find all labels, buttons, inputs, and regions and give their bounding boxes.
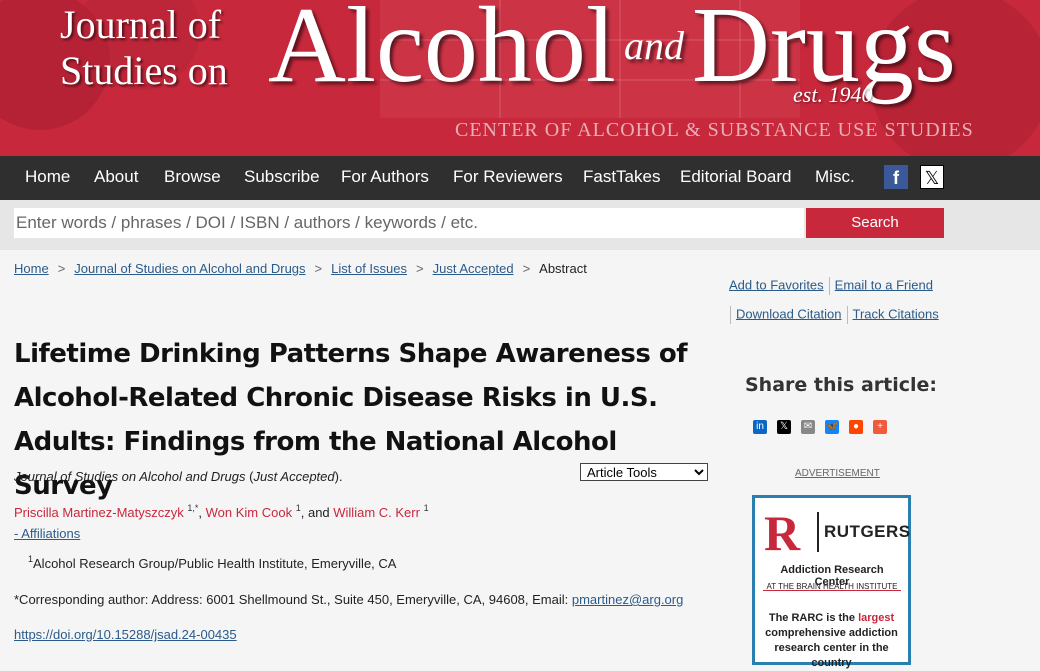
x-icon[interactable]: 𝕏 — [777, 420, 791, 434]
author-sup: 1 — [295, 503, 301, 513]
ad-body-highlight: largest — [858, 612, 895, 624]
article-tools-select[interactable]: Article Tools — [580, 463, 708, 481]
breadcrumb-just-accepted[interactable]: Just Accepted — [433, 261, 514, 276]
affiliation: 1Alcohol Research Group/Public Health In… — [28, 554, 396, 571]
breadcrumb-separator: > — [57, 261, 66, 276]
banner-title-prefix: Journal of Studies on — [60, 2, 228, 94]
rutgers-logo: R — [764, 505, 801, 561]
journal-banner[interactable]: Journal of Studies on Alcohol andDrugs es… — [0, 0, 1040, 156]
search-button[interactable]: Search — [806, 208, 944, 238]
rutgers-name: RUTGERS — [824, 522, 911, 541]
nav-for-authors[interactable]: For Authors — [341, 167, 429, 187]
rutgers-advertisement[interactable]: R RUTGERS Addiction Research Center AT T… — [752, 495, 911, 669]
banner-line2: Studies on — [60, 48, 228, 93]
breadcrumb-separator: > — [416, 261, 424, 276]
divider — [730, 306, 731, 324]
breadcrumb-separator: > — [522, 261, 531, 276]
nav-editorial-board[interactable]: Editorial Board — [680, 167, 792, 187]
addthis-icon[interactable]: + — [873, 420, 887, 434]
nav-subscribe[interactable]: Subscribe — [244, 167, 320, 187]
author-link[interactable]: Won Kim Cook — [206, 505, 292, 520]
tools-row-2: Download Citation Track Citations — [725, 306, 939, 324]
reddit-icon[interactable]: ● — [849, 420, 863, 434]
advertisement-label: ADVERTISEMENT — [795, 468, 880, 479]
journal-name: Journal of Studies on Alcohol and Drugs — [14, 469, 246, 484]
banner-established: est. 1940 — [793, 82, 873, 107]
breadcrumb: Home > Journal of Studies on Alcohol and D… — [14, 261, 587, 276]
tools-row-1: Add to Favorites Email to a Friend — [729, 277, 933, 295]
add-to-favorites-link[interactable]: Add to Favorites — [729, 277, 824, 292]
divider — [828, 277, 830, 295]
nav-fasttakes[interactable]: FastTakes — [583, 167, 660, 187]
x-twitter-icon[interactable]: 𝕏 — [920, 165, 944, 189]
ad-body: The RARC is the largest comprehensive ad… — [761, 611, 902, 671]
journal-citation: Journal of Studies on Alcohol and Drugs … — [14, 469, 343, 484]
article-status: Just Accepted — [253, 469, 335, 484]
bluesky-icon[interactable]: 🦋 — [825, 420, 839, 434]
nav-home[interactable]: Home — [25, 167, 70, 187]
breadcrumb-current: Abstract — [539, 261, 587, 276]
nav-about[interactable]: About — [94, 167, 138, 187]
search-input[interactable] — [14, 208, 804, 238]
author-sup: 1 — [423, 503, 429, 513]
breadcrumb-separator: > — [314, 261, 323, 276]
author-link[interactable]: William C. Kerr — [333, 505, 420, 520]
divider — [846, 306, 848, 324]
banner-word-and: and — [623, 23, 684, 68]
email-to-friend-link[interactable]: Email to a Friend — [835, 277, 933, 292]
author-list: Priscilla Martinez-Matyszczyk 1,*, Won K… — [14, 503, 429, 520]
breadcrumb-list-of-issues[interactable]: List of Issues — [331, 261, 407, 276]
ad-body-text: The RARC is the — [768, 612, 859, 624]
banner-word-alcohol: Alcohol — [268, 0, 616, 105]
corresponding-author: *Corresponding author: Address: 6001 She… — [14, 592, 683, 607]
logo-divider — [817, 512, 819, 552]
nav-misc[interactable]: Misc. — [815, 167, 855, 187]
nav-browse[interactable]: Browse — [164, 167, 221, 187]
banner-line1: Journal of — [60, 2, 222, 47]
affiliation-text: Alcohol Research Group/Public Health Ins… — [33, 556, 397, 571]
banner-center-name: CENTER OF ALCOHOL & SUBSTANCE USE STUDIE… — [455, 119, 974, 141]
author-sup: 1,* — [187, 503, 199, 513]
ad-institute: AT THE BRAIN HEALTH INSTITUTE — [766, 582, 898, 591]
corresponding-text: *Corresponding author: Address: 6001 She… — [14, 592, 572, 607]
corresponding-email-link[interactable]: pmartinez@arg.org — [572, 592, 683, 607]
linkedin-icon[interactable]: in — [753, 420, 767, 434]
breadcrumb-home[interactable]: Home — [14, 261, 49, 276]
email-icon[interactable]: ✉ — [801, 420, 815, 434]
track-citations-link[interactable]: Track Citations — [853, 306, 939, 321]
breadcrumb-journal[interactable]: Journal of Studies on Alcohol and Drugs — [74, 261, 305, 276]
nav-for-reviewers[interactable]: For Reviewers — [453, 167, 563, 187]
ad-body-text-end: comprehensive addiction research center … — [765, 627, 898, 669]
doi-link[interactable]: https://doi.org/10.15288/jsad.24-00435 — [14, 627, 237, 642]
facebook-icon[interactable]: f — [884, 165, 908, 189]
share-title: Share this article: — [745, 374, 937, 396]
author-link[interactable]: Priscilla Martinez-Matyszczyk — [14, 505, 184, 520]
affiliations-toggle[interactable]: - Affiliations — [14, 526, 80, 541]
download-citation-link[interactable]: Download Citation — [736, 306, 842, 321]
